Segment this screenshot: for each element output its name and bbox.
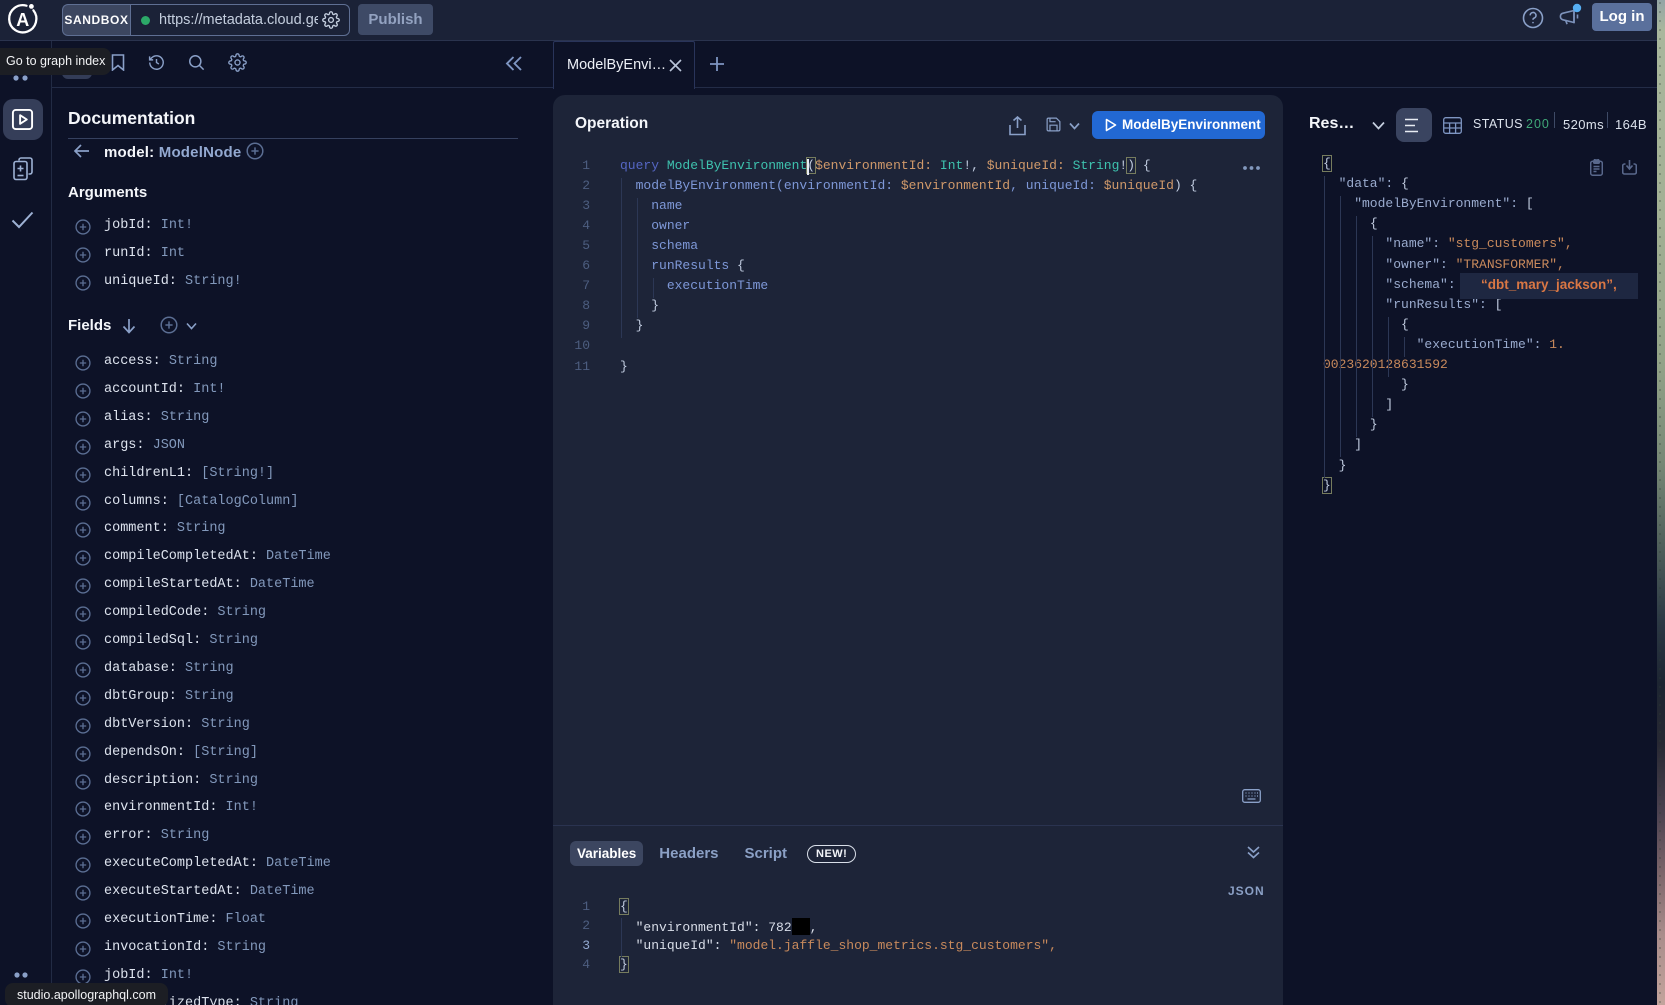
svg-text:A: A bbox=[16, 10, 29, 30]
